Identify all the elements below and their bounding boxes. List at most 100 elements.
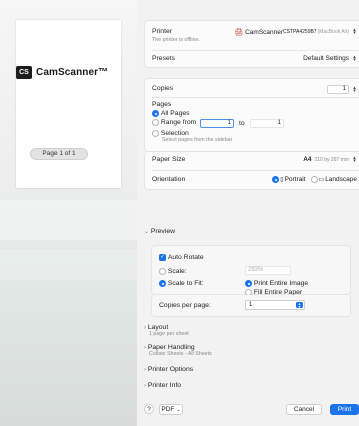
logo-mark: CS [16,66,32,79]
selection-hint: Select pages from the sidebar [162,137,233,144]
landscape-icon: ▭ [318,177,325,183]
chevron-down-icon: ⌄ [144,229,150,235]
copies-per-page-value: 1 [249,302,253,308]
paper-card: Paper Size A4 210 by 297 mm ▴ ▾ Orientati… [144,152,359,190]
paper-size-value: A4 [303,156,312,163]
range-option[interactable]: Range from 1 to 1 [152,119,357,129]
paper-handling-sub: Collate Sheets - All Sheets [149,351,212,357]
copies-per-page-select[interactable]: 1 ▴ ▾ [245,300,305,310]
paper-size-row[interactable]: Paper Size A4 210 by 297 mm ▴ ▾ [152,154,357,164]
auto-rotate-checkbox[interactable]: ✓ [159,254,166,261]
landscape-label: Landscape [325,176,357,183]
presets-row[interactable]: Presets Default Settings ▴ ▾ [152,53,357,63]
printer-model-note: (MacBook Air) [317,29,349,35]
divider [152,97,359,98]
paper-handling-title: Paper Handling [147,344,195,351]
logo-text: CamScanner™ [36,67,109,78]
range-from-label: Range from [160,119,197,127]
layout-disclosure[interactable]: › Layout 1 page per sheet [144,324,353,337]
divider [152,50,359,51]
preview-title: Preview [150,228,176,235]
scale-to-fit-radio[interactable] [159,280,166,287]
divider [152,170,359,171]
printer-status: The printer is offline. [152,37,200,43]
printer-card: Printer 🖨 CamScanner CSTPA4259B7 (MacBoo… [144,20,359,68]
copies-per-page-card: Copies per page: 1 ▴ ▾ [151,295,351,317]
printer-row[interactable]: Printer 🖨 CamScanner CSTPA4259B7 (MacBoo… [152,28,357,44]
orientation-label: Orientation [152,176,186,183]
all-pages-radio[interactable] [152,110,159,117]
printer-select[interactable]: 🖨 CamScanner CSTPA4259B7 (MacBook Air) ▴… [234,28,357,37]
presets-value: Default Settings [303,55,349,62]
chevron-right-icon: › [144,325,146,331]
cancel-button[interactable]: Cancel [286,404,322,415]
updown-chevron-icon: ▴ ▾ [296,302,303,309]
updown-chevron-icon: ▴ ▾ [353,154,356,164]
copies-stepper[interactable]: 1 ▴ ▾ [327,85,357,94]
pdf-menu-button[interactable]: PDF ⌄ [159,404,183,415]
chevron-right-icon: › [144,345,146,351]
copies-input[interactable]: 1 [327,85,349,94]
preview-pane: CS CamScanner™ Page 1 of 1 [0,0,137,426]
portrait-icon: ▯ [280,177,284,183]
auto-rotate-option[interactable]: ✓ Auto Rotate [159,254,204,261]
range-radio[interactable] [152,119,159,127]
printer-name: CamScanner [245,28,284,36]
presets-select[interactable]: Default Settings ▴ ▾ [303,53,357,63]
print-entire-image-radio[interactable] [245,280,252,287]
printer-icon: 🖨 [234,29,244,36]
scale-to-fit-option[interactable]: Scale to Fit: [159,280,204,287]
range-to-label: to [239,120,245,128]
range-to-input[interactable]: 1 [250,119,284,129]
presets-label: Presets [152,55,176,62]
printer-info-title: Printer Info [147,382,182,389]
pages-label: Pages [152,101,172,108]
print-button[interactable]: Print [330,404,359,415]
all-pages-option[interactable]: All Pages [152,110,357,117]
range-from-input[interactable]: 1 [200,119,234,129]
layout-sub: 1 page per sheet [149,331,189,337]
paper-size-label: Paper Size [152,156,186,163]
page-indicator: Page 1 of 1 [30,148,88,160]
preview-disclosure[interactable]: ⌄ Preview [144,228,353,235]
portrait-radio[interactable] [272,176,280,183]
chevron-right-icon: › [144,367,146,373]
print-entire-image-label: Print Entire Image [253,280,309,288]
preview-card: ✓ Auto Rotate Scale: 293% Scale to Fit: … [151,245,351,296]
paper-size-select[interactable]: A4 210 by 297 mm ▴ ▾ [303,154,357,164]
scale-radio[interactable] [159,268,166,275]
orientation-row: Orientation ▯ Portrait ▭ Landscape [152,176,357,183]
layout-title: Layout [147,324,169,331]
selection-label: Selection [160,130,189,138]
blurred-background [0,200,137,240]
chevron-down-icon: ⌄ [176,406,181,413]
print-entire-image-option[interactable]: Print Entire Image [245,280,308,287]
selection-option[interactable]: Selection [152,130,357,137]
paper-handling-disclosure[interactable]: › Paper Handling Collate Sheets - All Sh… [144,344,353,357]
chevron-right-icon: › [144,383,146,389]
blurred-background [0,250,137,280]
stepper-icon[interactable]: ▴ ▾ [352,85,357,93]
camscanner-logo: CS CamScanner™ [16,66,108,79]
scale-option[interactable]: Scale: [159,268,187,275]
pages-section: Pages All Pages Range from 1 to 1 Select… [152,101,357,143]
pdf-label: PDF [161,406,175,413]
updown-chevron-icon: ▴ ▾ [353,53,356,63]
printer-options-disclosure[interactable]: › Printer Options [144,366,353,373]
copies-label: Copies [152,85,174,92]
copies-per-page-label: Copies per page: [159,302,211,309]
paper-size-dims: 210 by 297 mm [314,156,349,163]
help-button[interactable]: ? [144,404,154,414]
scale-to-fit-label: Scale to Fit: [167,280,204,288]
copies-row: Copies 1 ▴ ▾ [152,85,357,94]
printer-info-disclosure[interactable]: › Printer Info [144,382,353,389]
page-thumbnail[interactable] [16,20,121,188]
printer-model: CSTPA4259B7 [283,29,317,35]
portrait-label: Portrait [284,176,306,183]
landscape-radio[interactable] [310,176,318,183]
all-pages-label: All Pages [160,110,190,118]
copies-pages-card: Copies 1 ▴ ▾ Pages All Pages Range from 1… [144,78,359,152]
orientation-options: ▯ Portrait ▭ Landscape [272,176,357,183]
scale-input[interactable]: 293% [245,266,291,275]
selection-radio[interactable] [152,130,159,138]
